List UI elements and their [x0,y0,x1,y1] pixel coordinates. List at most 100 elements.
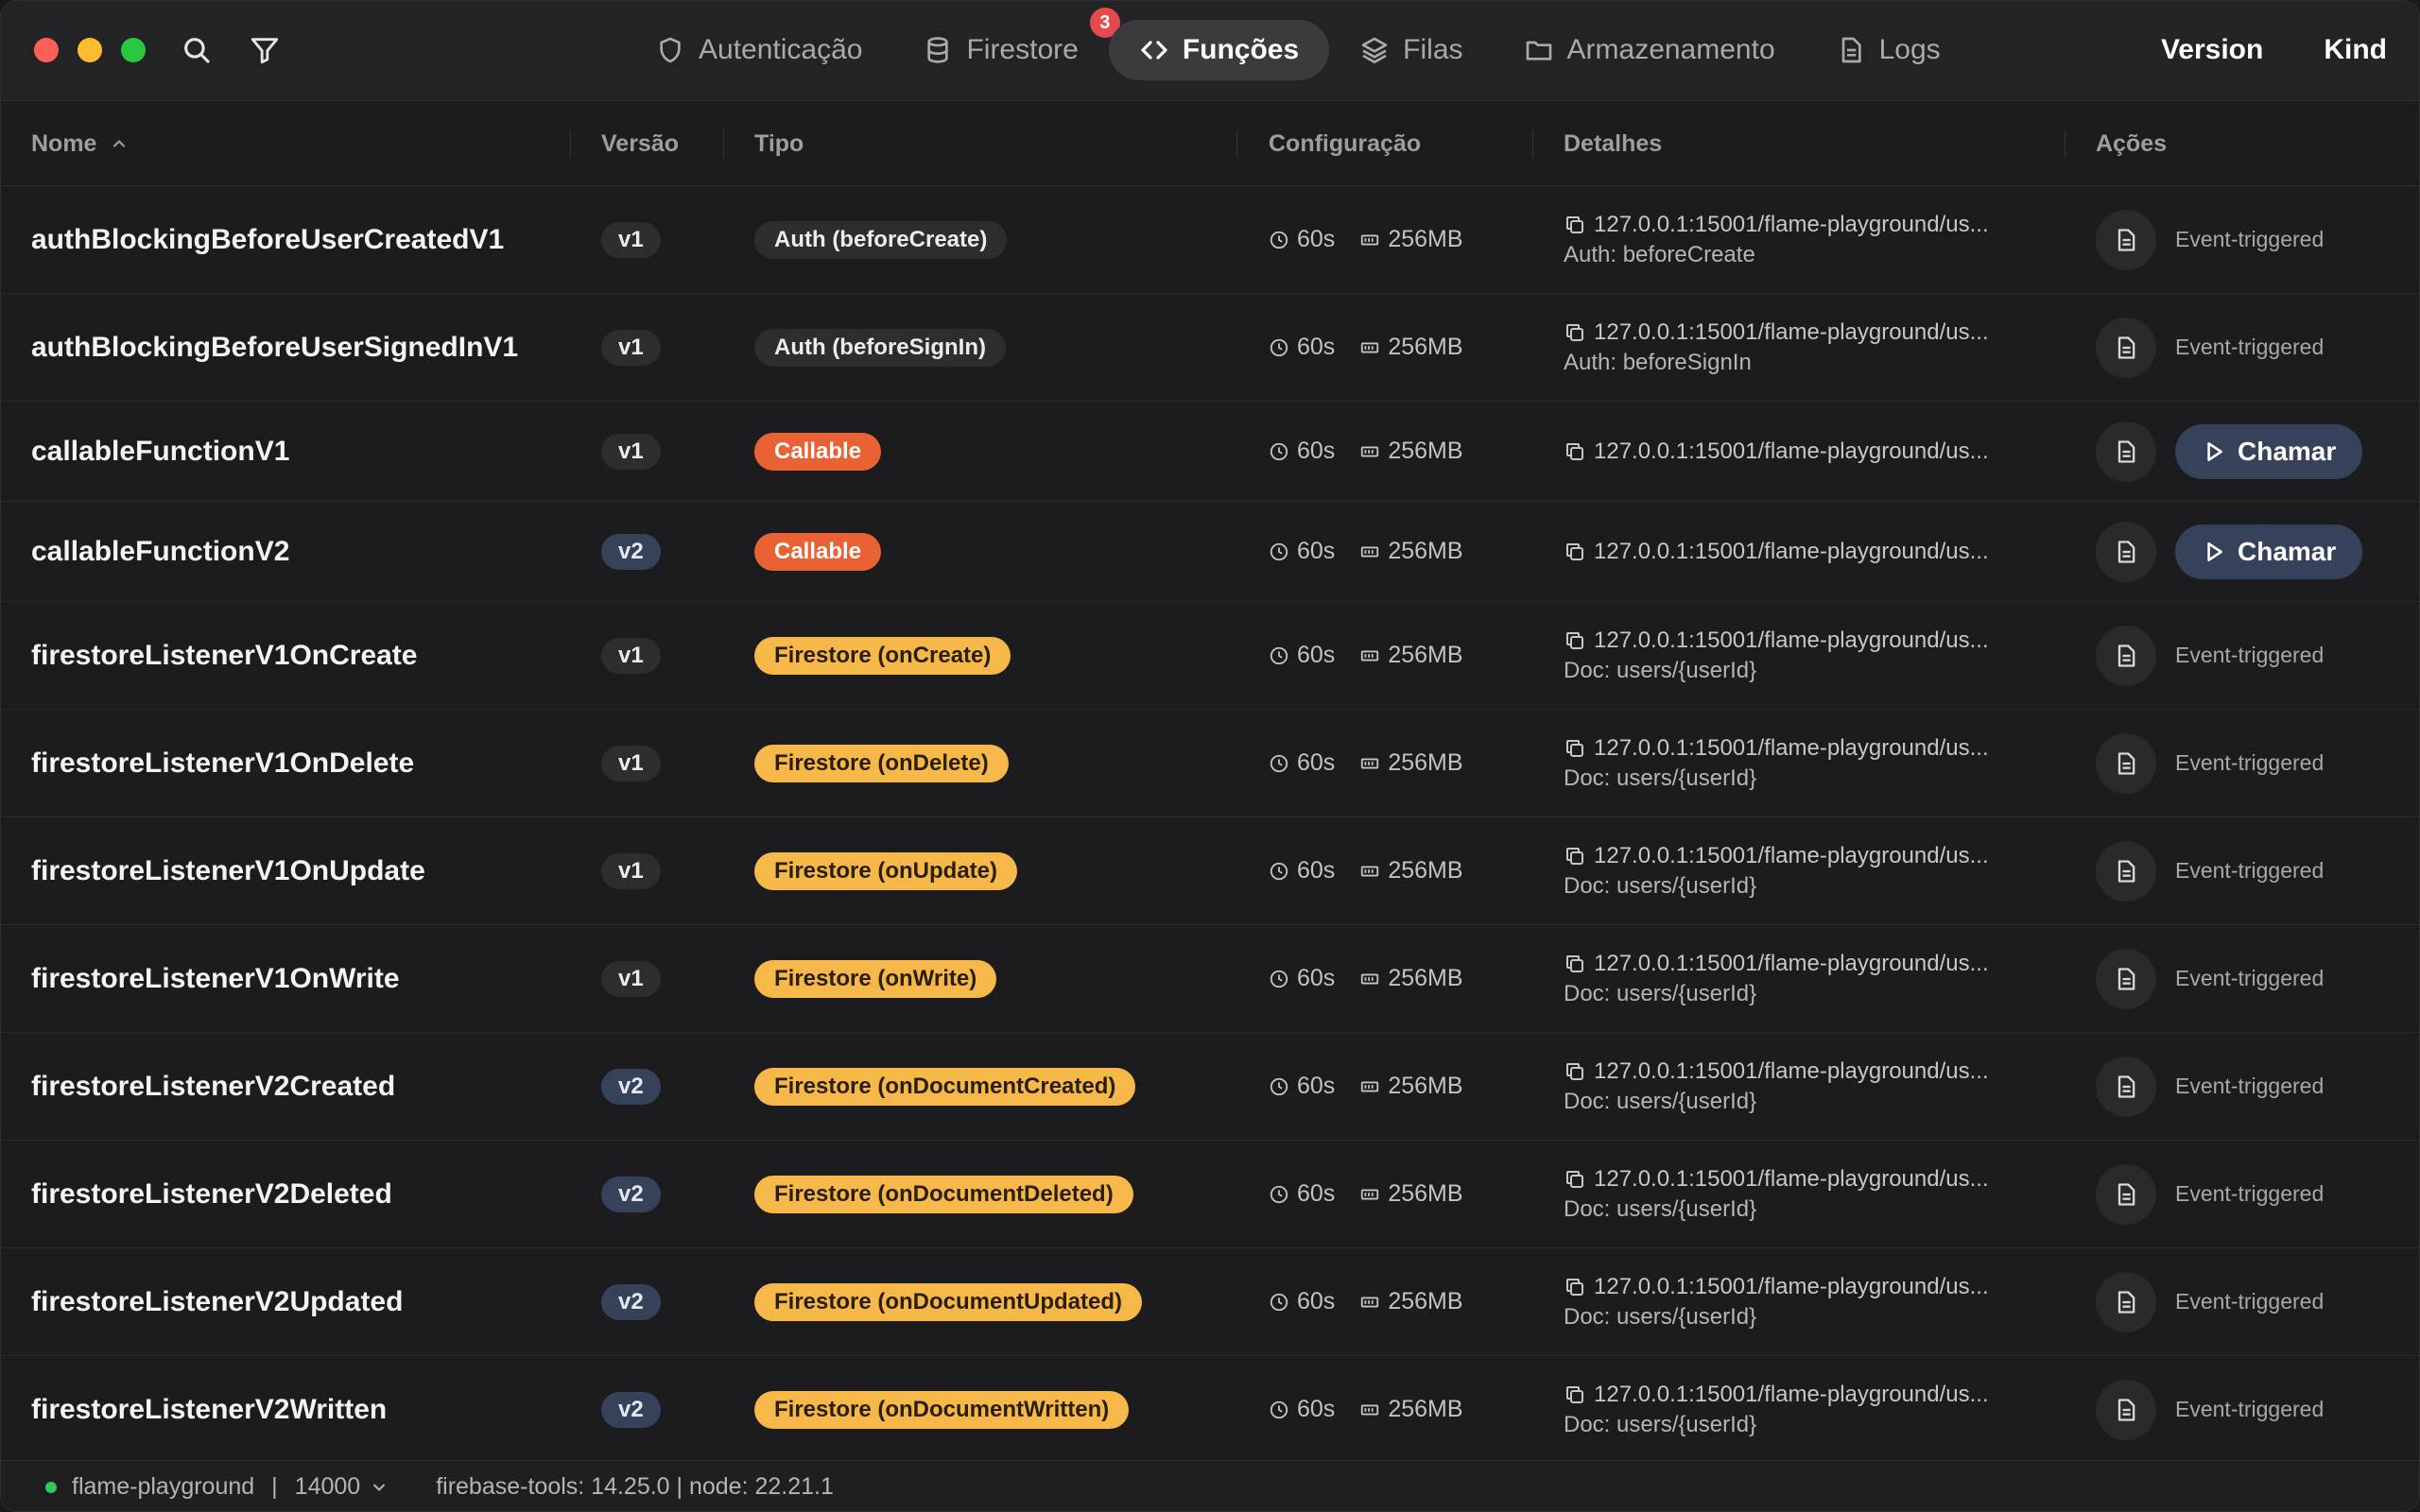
document-icon [2118,540,2135,563]
column-header-type[interactable]: Tipo [754,101,804,186]
view-logs-button[interactable] [2096,209,2156,270]
version-button[interactable]: Version [2161,34,2263,66]
close-window-button[interactable] [34,38,59,62]
document-icon [2118,644,2135,667]
copy-icon[interactable] [1564,845,1586,868]
search-icon[interactable] [179,32,215,68]
table-row[interactable]: authBlockingBeforeUserSignedInV1 v1 Auth (… [1,294,2419,402]
timeout-value: 60s [1297,1073,1336,1099]
document-icon [2118,859,2135,883]
function-name: firestoreListenerV2Updated [31,1285,404,1317]
version-cell: v1 [601,294,661,401]
event-triggered-label: Event-triggered [2175,966,2325,990]
clock-icon [1270,970,1288,988]
table-row[interactable]: firestoreListenerV1OnWrite v1 Firestore (o… [1,925,2419,1033]
column-header-name[interactable]: Nome [31,101,129,186]
trigger-detail: Doc: users/{userId} [1564,1411,1757,1437]
column-header-details[interactable]: Detalhes [1564,101,1662,186]
column-header-config[interactable]: Configuração [1269,101,1421,186]
column-divider[interactable] [570,129,571,158]
column-divider[interactable] [1236,129,1237,158]
app-window: Autenticação Firestore 3 Funções Filas A… [0,0,2420,1512]
clock-icon [1270,646,1288,664]
copy-icon[interactable] [1564,953,1586,975]
tab-firestore[interactable]: Firestore 3 [892,8,1120,80]
event-triggered-label: Event-triggered [2175,1074,2325,1098]
view-logs-button[interactable] [2096,1056,2156,1117]
copy-icon[interactable] [1564,1168,1586,1191]
column-header-actions[interactable]: Ações [2096,101,2167,186]
clock-icon [1270,1293,1288,1311]
type-badge: Firestore (onWrite) [754,959,997,998]
table-row[interactable]: firestoreListenerV2Written v2 Firestore (o… [1,1356,2419,1460]
tab-autenticacao[interactable]: Autenticação [625,20,892,80]
tab-logs[interactable]: Logs [1806,20,1971,80]
copy-icon[interactable] [1564,541,1586,563]
folder-icon [1526,41,1551,60]
project-selector[interactable]: flame-playground | 14000 [72,1473,389,1501]
function-name: firestoreListenerV2Written [31,1393,388,1425]
kind-button[interactable]: Kind [2324,34,2387,66]
view-logs-button[interactable] [2096,732,2156,794]
table-row[interactable]: firestoreListenerV1OnCreate v1 Firestore (… [1,602,2419,710]
version-cell: v2 [601,1033,661,1140]
timeout-value: 60s [1297,965,1336,991]
view-logs-button[interactable] [2096,1271,2156,1332]
table-row[interactable]: firestoreListenerV2Updated v2 Firestore (o… [1,1248,2419,1356]
function-name: firestoreListenerV2Created [31,1070,396,1102]
table-row[interactable]: authBlockingBeforeUserCreatedV1 v1 Auth (b… [1,186,2419,294]
copy-icon[interactable] [1564,1383,1586,1406]
timeout-value: 60s [1297,1396,1336,1422]
type-cell: Auth (beforeSignIn) [754,294,1006,401]
tab-armazenamento[interactable]: Armazenamento [1494,20,1806,80]
view-logs-button[interactable] [2096,948,2156,1009]
copy-icon[interactable] [1564,737,1586,760]
zoom-window-button[interactable] [121,38,146,62]
view-logs-button[interactable] [2096,1379,2156,1440]
copy-icon[interactable] [1564,1276,1586,1298]
table-row[interactable]: firestoreListenerV1OnDelete v1 Firestore (… [1,710,2419,817]
call-function-button[interactable]: Chamar [2175,423,2363,479]
tab-filas[interactable]: Filas [1329,20,1493,80]
view-logs-button[interactable] [2096,840,2156,902]
table-row[interactable]: firestoreListenerV2Deleted v2 Firestore (o… [1,1141,2419,1248]
table-row[interactable]: firestoreListenerV1OnUpdate v1 Firestore (… [1,817,2419,925]
copy-icon[interactable] [1564,321,1586,344]
table-row[interactable]: firestoreListenerV2Created v2 Firestore (o… [1,1033,2419,1141]
copy-icon[interactable] [1564,629,1586,652]
project-name: flame-playground [72,1473,255,1500]
version-cell: v2 [601,1248,661,1355]
memory-value: 256MB [1388,226,1463,252]
filter-icon[interactable] [247,32,283,68]
layers-icon [1361,37,1388,63]
call-function-button[interactable]: Chamar [2175,524,2363,579]
function-url: 127.0.0.1:15001/flame-playground/us... [1594,627,1989,653]
config-cell: 60s 256MB [1269,1248,1463,1355]
copy-icon[interactable] [1564,1060,1586,1083]
memory-value: 256MB [1388,538,1463,564]
copy-icon[interactable] [1564,214,1586,236]
table-row[interactable]: callableFunctionV1 v1 Callable 60s 256MB 127.… [1,402,2419,502]
table-row[interactable]: callableFunctionV2 v2 Callable 60s 256MB 127.… [1,502,2419,602]
port-value: 14000 [294,1473,361,1500]
copy-icon[interactable] [1564,440,1586,463]
actions-cell: Event-triggered [2096,602,2324,709]
details-cell: 127.0.0.1:15001/flame-playground/us... Au… [1564,294,1989,401]
view-logs-button[interactable] [2096,521,2156,582]
view-logs-button[interactable] [2096,421,2156,482]
type-badge: Auth (beforeSignIn) [754,328,1006,367]
view-logs-button[interactable] [2096,625,2156,686]
clock-icon [1270,754,1288,772]
tab-funcoes[interactable]: Funções [1108,20,1330,80]
function-name: authBlockingBeforeUserSignedInV1 [31,331,519,363]
column-header-version[interactable]: Versão [601,101,679,186]
call-button-label: Chamar [2238,436,2337,466]
view-logs-button[interactable] [2096,317,2156,378]
toolbar: Autenticação Firestore 3 Funções Filas A… [1,1,2419,101]
minimize-window-button[interactable] [78,38,102,62]
column-divider[interactable] [2065,129,2066,158]
view-logs-button[interactable] [2096,1163,2156,1225]
memory-icon [1361,758,1379,768]
column-divider[interactable] [723,129,724,158]
column-divider[interactable] [1532,129,1533,158]
